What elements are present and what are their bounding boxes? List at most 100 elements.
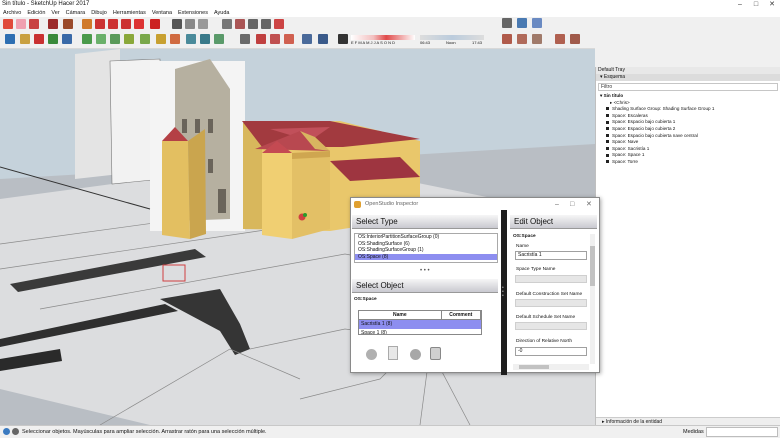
- open-model-icon[interactable]: [20, 34, 30, 44]
- new-space-icon[interactable]: [82, 34, 92, 44]
- pan-icon[interactable]: [235, 19, 245, 29]
- zoom-extents-icon[interactable]: [274, 19, 284, 29]
- surface-matching-icon[interactable]: [156, 34, 166, 44]
- follow-me-icon[interactable]: [150, 19, 160, 29]
- scrollbar-thumb[interactable]: [590, 246, 595, 286]
- filter-icon[interactable]: [256, 34, 266, 44]
- shadow-toggle-icon[interactable]: [338, 34, 348, 44]
- select-tool-icon[interactable]: [3, 19, 13, 29]
- outliner-filter-input[interactable]: Filtro: [598, 83, 778, 91]
- table-row[interactable]: Space 1 (8): [359, 329, 481, 334]
- zoom-icon[interactable]: [248, 19, 258, 29]
- scale-icon[interactable]: [121, 19, 131, 29]
- tape-measure-icon[interactable]: [172, 19, 182, 29]
- outliner-item[interactable]: Space: Espacio bajo cubierta 1: [596, 119, 780, 126]
- schedule-set-field[interactable]: [515, 322, 587, 330]
- walk-icon[interactable]: [517, 18, 527, 28]
- zoom-window-icon[interactable]: [261, 19, 271, 29]
- remove-object-icon[interactable]: [410, 349, 421, 360]
- render-by-construction-icon[interactable]: [200, 34, 210, 44]
- new-luminaire-icon[interactable]: [140, 34, 150, 44]
- geo-location-icon[interactable]: [3, 428, 10, 435]
- export-icon[interactable]: [62, 34, 72, 44]
- new-illuminance-icon[interactable]: [124, 34, 134, 44]
- table-row-selected[interactable]: Sacristía 1 (8): [359, 320, 481, 329]
- render-by-boundary-icon[interactable]: [186, 34, 196, 44]
- section-cut-icon[interactable]: [517, 34, 527, 44]
- add-object-icon[interactable]: [366, 349, 377, 360]
- outliner-item[interactable]: Space: Espacio bajo cubierta 2: [596, 126, 780, 133]
- hscroll-thumb[interactable]: [519, 365, 549, 369]
- name-field[interactable]: Sacristía 1: [515, 251, 587, 260]
- shape-icon[interactable]: [63, 19, 73, 29]
- menu-ayuda[interactable]: Ayuda: [211, 9, 233, 17]
- menu-edicion[interactable]: Edición: [24, 9, 48, 17]
- close-icon[interactable]: ✕: [765, 0, 779, 9]
- outliner-item[interactable]: Shading Surface Group: Shading Surface G…: [596, 106, 780, 113]
- section-plane-icon[interactable]: [502, 34, 512, 44]
- menu-ventana[interactable]: Ventana: [149, 9, 175, 17]
- sandbox-2-icon[interactable]: [570, 34, 580, 44]
- pencil-icon[interactable]: [29, 19, 39, 29]
- copy-object-icon[interactable]: [388, 346, 398, 360]
- type-list-item-selected[interactable]: OS:Space (8): [355, 253, 497, 260]
- inspector-icon[interactable]: [302, 34, 312, 44]
- splitter-handle[interactable]: • • •: [420, 268, 430, 274]
- render-by-class-icon[interactable]: [170, 34, 180, 44]
- render-by-space-type-icon[interactable]: [214, 34, 224, 44]
- new-shading-icon[interactable]: [96, 34, 106, 44]
- rotate-icon[interactable]: [108, 19, 118, 29]
- menu-herramientas[interactable]: Herramientas: [110, 9, 149, 17]
- outliner-header[interactable]: ▾ Esquema: [596, 74, 780, 81]
- edit-horizontal-scrollbar[interactable]: [513, 364, 589, 370]
- orbit-icon[interactable]: [222, 19, 232, 29]
- outliner-root[interactable]: ▾ Sin título: [596, 93, 780, 100]
- minimize-icon[interactable]: –: [733, 0, 747, 9]
- section-fill-icon[interactable]: [532, 34, 542, 44]
- menu-camara[interactable]: Cámara: [63, 9, 89, 17]
- warning-icon[interactable]: [284, 34, 294, 44]
- measurements-input[interactable]: [706, 427, 778, 437]
- menu-dibujo[interactable]: Dibujo: [88, 9, 110, 17]
- arc-icon[interactable]: [48, 19, 58, 29]
- dialog-close-icon[interactable]: ✕: [586, 198, 592, 211]
- new-interior-icon[interactable]: [110, 34, 120, 44]
- outliner-item[interactable]: Space: Nave: [596, 139, 780, 146]
- menu-archivo[interactable]: Archivo: [0, 9, 24, 17]
- menu-extensiones[interactable]: Extensiones: [175, 9, 211, 17]
- outliner-item[interactable]: Space: Space 1: [596, 152, 780, 159]
- comment-column-header[interactable]: Comment: [441, 311, 481, 320]
- text-icon[interactable]: [198, 19, 208, 29]
- dialog-minimize-icon[interactable]: –: [555, 198, 559, 211]
- space-type-field[interactable]: [515, 275, 587, 283]
- menu-ver[interactable]: Ver: [48, 9, 62, 17]
- dialog-maximize-icon[interactable]: □: [570, 198, 574, 211]
- import-icon[interactable]: [48, 34, 58, 44]
- search-icon[interactable]: [240, 34, 250, 44]
- name-column-header[interactable]: Name: [359, 311, 442, 320]
- new-model-icon[interactable]: [5, 34, 15, 44]
- edit-vertical-scrollbar[interactable]: [590, 234, 595, 364]
- credits-icon[interactable]: [12, 428, 19, 435]
- outliner-item[interactable]: Space: Escaleras: [596, 113, 780, 120]
- push-pull-icon[interactable]: [82, 19, 92, 29]
- dialog-title-bar[interactable]: OpenStudio Inspector – □ ✕: [351, 198, 599, 211]
- sandbox-icon[interactable]: [555, 34, 565, 44]
- purge-trash-icon[interactable]: [430, 347, 441, 360]
- entity-info-panel[interactable]: ▸ Información de la entidad: [596, 417, 780, 425]
- outliner-item[interactable]: Space: Sacristía 1: [596, 146, 780, 153]
- eraser-icon[interactable]: [16, 19, 26, 29]
- save-model-icon[interactable]: [34, 34, 44, 44]
- type-list[interactable]: OS:InteriorPartitionSurfaceGroup (0) OS:…: [354, 233, 498, 263]
- info-icon[interactable]: [318, 34, 328, 44]
- offset-icon[interactable]: [134, 19, 144, 29]
- move-icon[interactable]: [95, 19, 105, 29]
- position-camera-icon[interactable]: [502, 18, 512, 28]
- outliner-item[interactable]: Space: Torre: [596, 159, 780, 166]
- outliner-item[interactable]: Space: Espacio bajo cubierta nave centra…: [596, 133, 780, 140]
- look-around-icon[interactable]: [532, 18, 542, 28]
- relative-north-field[interactable]: -0: [515, 347, 587, 356]
- maximize-icon[interactable]: □: [749, 0, 763, 9]
- outliner-item[interactable]: ▸ <Chris>: [596, 100, 780, 107]
- hide-icon[interactable]: [270, 34, 280, 44]
